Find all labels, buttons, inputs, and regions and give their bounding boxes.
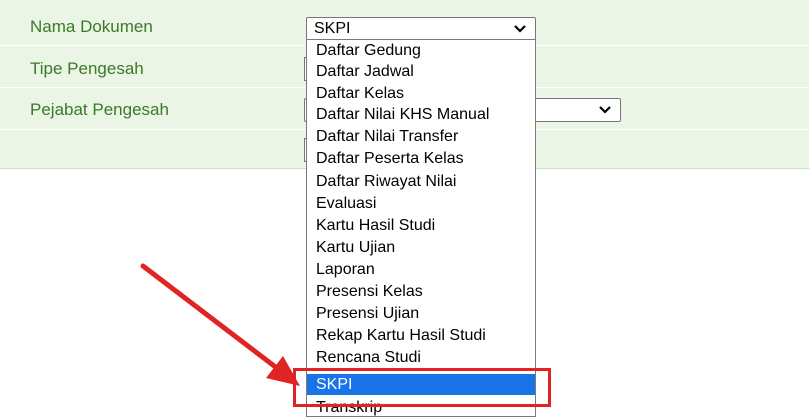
- annotation-highlight-box: [293, 368, 551, 407]
- pejabat-pengesah-label: Pejabat Pengesah: [30, 100, 169, 119]
- dropdown-option[interactable]: Daftar Kelas: [307, 83, 535, 104]
- dropdown-option[interactable]: Daftar Nilai KHS Manual: [307, 104, 535, 125]
- dropdown-option[interactable]: Daftar Jadwal: [307, 61, 535, 82]
- dropdown-option[interactable]: Rekap Kartu Hasil Studi: [307, 325, 535, 346]
- nama-dokumen-label: Nama Dokumen: [30, 17, 153, 36]
- document-form-screen: Nama Dokumen Tipe Pengesah Pejabat Penge…: [0, 0, 809, 417]
- nama-dokumen-select[interactable]: SKPI: [306, 17, 536, 41]
- dropdown-option[interactable]: Presensi Kelas: [307, 281, 535, 302]
- dropdown-option[interactable]: Presensi Ujian: [307, 303, 535, 324]
- nama-dokumen-dropdown-list[interactable]: Daftar Gedung Daftar Jadwal Daftar Kelas…: [306, 39, 536, 417]
- chevron-down-icon: [514, 25, 526, 33]
- dropdown-option[interactable]: Daftar Gedung: [307, 40, 535, 61]
- chevron-down-icon: [599, 106, 611, 114]
- dropdown-option[interactable]: Daftar Riwayat Nilai: [307, 171, 535, 192]
- nama-dokumen-select-value: SKPI: [314, 20, 351, 37]
- dropdown-option[interactable]: Laporan: [307, 259, 535, 280]
- dropdown-option[interactable]: Kartu Hasil Studi: [307, 215, 535, 236]
- tipe-pengesah-label: Tipe Pengesah: [30, 59, 144, 78]
- dropdown-option[interactable]: Evaluasi: [307, 193, 535, 214]
- dropdown-option[interactable]: Rencana Studi: [307, 347, 535, 368]
- dropdown-option[interactable]: Kartu Ujian: [307, 237, 535, 258]
- dropdown-option[interactable]: Daftar Nilai Transfer: [307, 126, 535, 147]
- dropdown-option[interactable]: Daftar Peserta Kelas: [307, 148, 535, 169]
